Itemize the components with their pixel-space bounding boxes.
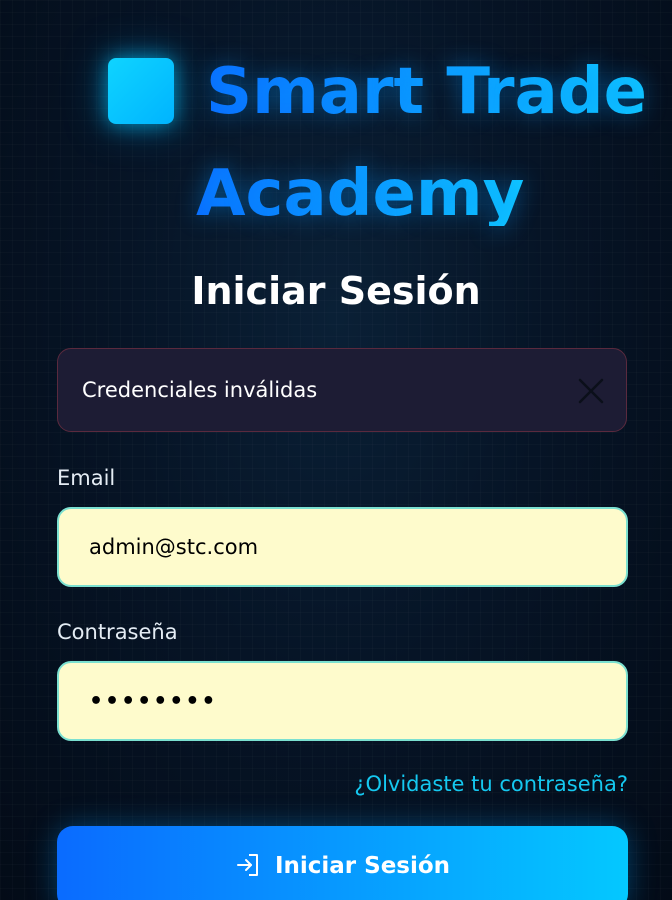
password-masked-value: •••••••• (89, 689, 218, 714)
password-field[interactable]: •••••••• (57, 661, 628, 741)
email-label: Email (57, 466, 116, 490)
email-value: admin@stc.com (89, 535, 259, 559)
password-label: Contraseña (57, 620, 178, 644)
login-icon (235, 852, 261, 878)
page-title: Iniciar Sesión (191, 269, 481, 313)
error-alert: Credenciales inválidas (57, 348, 627, 432)
error-alert-message: Credenciales inválidas (82, 378, 318, 402)
brand-name-line-2: Academy (196, 157, 525, 231)
brand-name-line-1: Smart Trade (206, 55, 647, 129)
background-grid (0, 0, 672, 900)
square-logo-icon (108, 58, 174, 124)
login-button-label: Iniciar Sesión (274, 853, 451, 879)
forgot-password-link[interactable]: ¿Olvidaste tu contraseña? (354, 772, 628, 796)
login-button[interactable]: Iniciar Sesión (57, 826, 628, 900)
email-field[interactable]: admin@stc.com (57, 507, 628, 587)
close-icon[interactable] (576, 376, 606, 406)
